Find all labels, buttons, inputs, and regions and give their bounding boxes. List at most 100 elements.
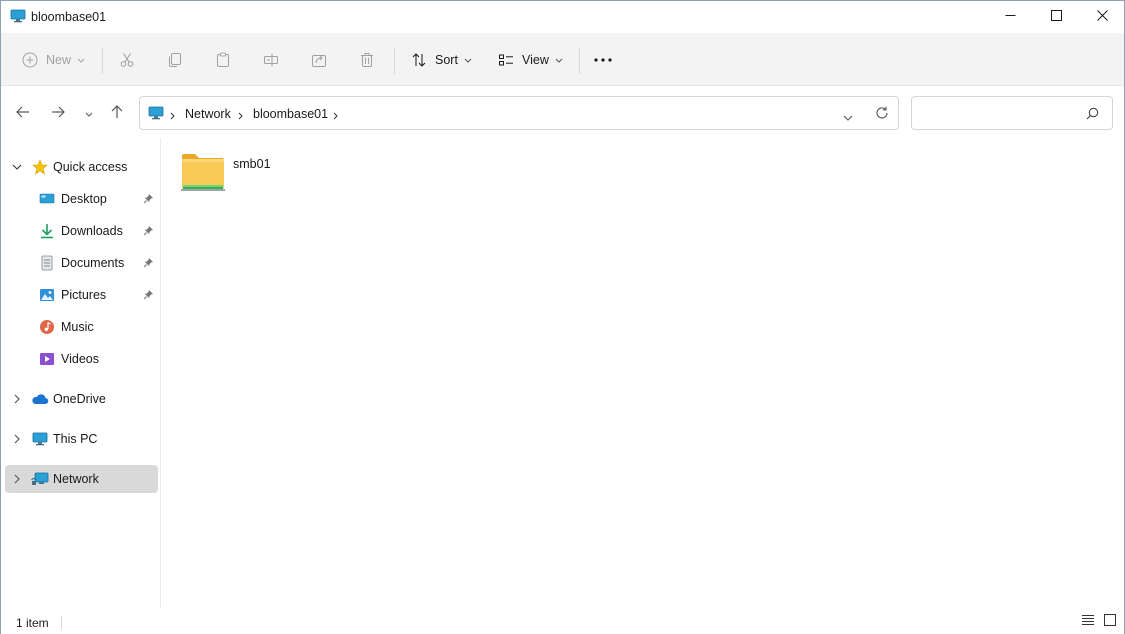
arrow-up-icon [111,104,123,122]
sidebar-item-label: Downloads [61,224,123,238]
star-icon [31,158,49,176]
up-button[interactable] [107,103,127,123]
pin-icon [143,289,154,303]
forward-button[interactable] [48,103,68,123]
sidebar-item-desktop[interactable]: Desktop [5,185,158,213]
trash-icon [359,52,375,68]
search-icon [1086,107,1099,123]
monitor-icon [31,430,49,448]
plus-circle-icon [22,52,38,68]
arrow-left-icon [16,106,30,121]
pin-icon [143,257,154,271]
pictures-icon [38,286,56,304]
address-history-chevron-icon[interactable] [843,110,853,124]
window-title: bloombase01 [31,10,107,24]
chevron-right-icon[interactable] [11,393,23,405]
paste-button[interactable] [215,47,231,73]
sidebar-item-label: Videos [61,352,99,366]
sidebar-item-pictures[interactable]: Pictures [5,281,158,309]
navigation-pane: Quick access Desktop Downloads Documents… [1,138,161,608]
divider [394,48,395,74]
onedrive-cloud-icon [31,390,49,408]
chevron-right-icon[interactable] [238,109,243,123]
sidebar-item-quick-access[interactable]: Quick access [5,153,158,181]
sidebar-item-label: Music [61,320,94,334]
refresh-icon[interactable] [875,106,889,123]
minimize-button[interactable] [987,1,1033,33]
arrow-right-icon [51,106,65,121]
search-input[interactable] [911,96,1113,130]
sidebar-item-onedrive[interactable]: OneDrive [5,385,158,413]
chevron-right-icon[interactable] [333,109,338,123]
sidebar-item-network[interactable]: Network [5,465,158,493]
back-button[interactable] [13,103,33,123]
music-icon [38,318,56,336]
chevron-right-icon[interactable] [11,433,23,445]
chevron-right-icon[interactable] [11,473,23,485]
sidebar-item-label: Network [53,472,99,486]
chevron-right-icon[interactable] [170,109,175,123]
network-share-folder-icon [180,150,228,198]
breadcrumb-network[interactable]: Network [185,107,231,121]
cut-icon [119,52,135,68]
sidebar-item-documents[interactable]: Documents [5,249,158,277]
delete-button[interactable] [359,47,375,73]
desktop-icon [38,190,56,208]
sidebar-item-label: Documents [61,256,125,270]
view-button[interactable]: View [498,47,563,73]
sort-button[interactable]: Sort [411,47,472,73]
divider [579,48,580,74]
sidebar-item-label: This PC [53,432,98,446]
documents-icon [38,254,56,272]
file-explorer-window: bloombase01 New Sort View Network bloomb… [0,0,1125,634]
details-view-button[interactable] [1080,613,1096,629]
maximize-icon [1050,10,1062,24]
status-bar: 1 item [1,608,1124,634]
sidebar-item-label: OneDrive [53,392,106,406]
sidebar-item-downloads[interactable]: Downloads [5,217,158,245]
file-item-smb01[interactable]: smb01 [180,150,290,200]
new-label: New [46,53,72,67]
sidebar-item-label: Desktop [61,192,107,206]
rename-button[interactable] [263,47,279,73]
sort-icon [411,52,427,68]
sidebar-item-label: Quick access [53,160,128,174]
sidebar-item-this-pc[interactable]: This PC [5,425,158,453]
copy-button[interactable] [167,47,183,73]
more-options-button[interactable] [594,47,612,73]
share-button[interactable] [311,47,327,73]
copy-icon [167,52,183,68]
chevron-down-icon [464,58,472,63]
sidebar-item-videos[interactable]: Videos [5,345,158,373]
title-bar[interactable]: bloombase01 [1,1,1124,33]
videos-icon [38,350,56,368]
command-bar: New Sort View [1,33,1124,86]
cut-button[interactable] [119,47,135,73]
pin-icon [143,193,154,207]
sidebar-item-label: Pictures [61,288,107,302]
address-bar[interactable]: Network bloombase01 [139,96,899,130]
new-button[interactable]: New [22,47,85,73]
file-name: smb01 [233,157,271,171]
pin-icon [143,225,154,239]
large-icons-view-button[interactable] [1102,613,1118,629]
chevron-down-icon[interactable] [11,161,23,173]
maximize-button[interactable] [1033,1,1079,33]
breadcrumb-bloombase01[interactable]: bloombase01 [253,107,328,121]
view-label: View [522,53,549,67]
network-icon [31,470,49,488]
close-button[interactable] [1079,1,1125,33]
monitor-icon [10,8,26,24]
sidebar-item-music[interactable]: Music [5,313,158,341]
file-list: smb01 [162,138,1124,608]
chevron-down-icon [85,106,93,120]
large-icons-view-icon [1104,613,1116,629]
share-icon [311,52,327,68]
navigation-bar: Network bloombase01 [1,86,1124,138]
recent-locations-button[interactable] [79,103,99,123]
more-icon [594,58,612,62]
sort-label: Sort [435,53,458,67]
minimize-icon [1005,10,1016,24]
close-icon [1096,10,1108,24]
item-count: 1 item [16,616,49,630]
